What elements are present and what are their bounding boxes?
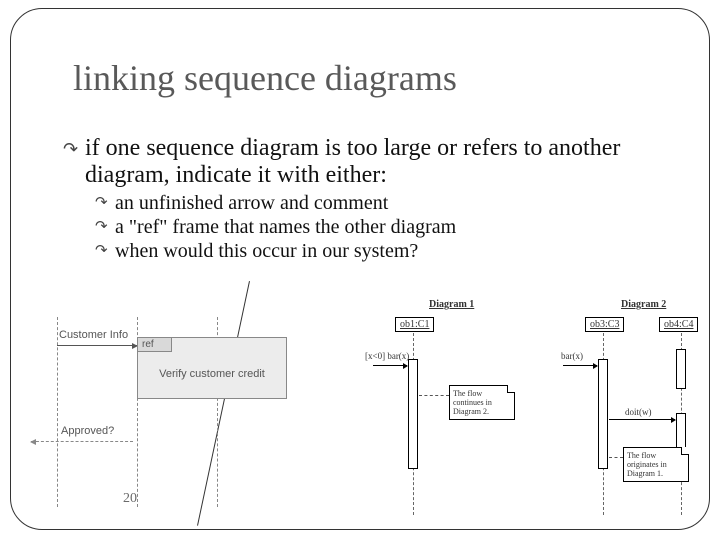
bullet-level1: ↷ if one sequence diagram is too large o… [63,135,679,189]
bullet-icon: ↷ [95,239,115,263]
note-fold-icon [681,447,689,455]
return-arrow-icon [31,441,133,442]
bullet-level2: ↷ a "ref" frame that names the other dia… [95,215,679,239]
activation-bar [408,359,418,469]
ref-frame: ref Verify customer credit [137,337,287,399]
bullet-level2: ↷ an unfinished arrow and comment [95,191,679,215]
slide-title: linking sequence diagrams [73,57,457,99]
note-fold-icon [507,385,515,393]
message-label: doit(w) [625,407,652,417]
bullet-text: a "ref" frame that names the other diagr… [115,215,456,239]
bullet-icon: ↷ [63,135,85,189]
message-label: bar(x) [561,351,583,361]
note-text: The flow originates in Diagram 1. [627,451,667,478]
bullet-icon: ↷ [95,191,115,215]
note-box: The flow originates in Diagram 1. [623,447,689,482]
bullet-text: if one sequence diagram is too large or … [85,135,679,189]
message-label: Approved? [61,425,114,437]
arrow-icon [57,345,137,346]
ref-tab: ref [138,338,172,352]
object-box: ob4:C4 [659,317,698,332]
bullet-icon: ↷ [95,215,115,239]
object-box: ob1:C1 [395,317,434,332]
message-label: [x<0] bar(x) [365,351,409,361]
slide-frame: linking sequence diagrams ↷ if one seque… [10,8,710,530]
object-box: ob3:C3 [585,317,624,332]
activation-bar [598,359,608,469]
arrow-icon [609,419,675,420]
diagram-title: Diagram 1 [429,299,474,310]
activation-bar [676,349,686,389]
arrow-icon [373,365,407,366]
bullet-level2: ↷ when would this occur in our system? [95,239,679,263]
diagram-title: Diagram 2 [621,299,666,310]
body-text: ↷ if one sequence diagram is too large o… [63,135,679,263]
note-anchor-line [609,457,623,458]
right-sequence-diagrams: Diagram 1 Diagram 2 ob1:C1 ob3:C3 ob4:C4… [363,299,710,519]
message-label: Customer Info [59,329,128,341]
note-box: The flow continues in Diagram 2. [449,385,515,420]
ref-label: Verify customer credit [138,368,286,380]
left-sequence-diagram: Customer Info ref Verify customer credit… [27,317,307,507]
arrow-icon [563,365,597,366]
note-anchor-line [419,395,449,396]
note-text: The flow continues in Diagram 2. [453,389,492,416]
page-number: 20 [123,491,137,507]
bullet-text: when would this occur in our system? [115,239,418,263]
bullet-text: an unfinished arrow and comment [115,191,388,215]
